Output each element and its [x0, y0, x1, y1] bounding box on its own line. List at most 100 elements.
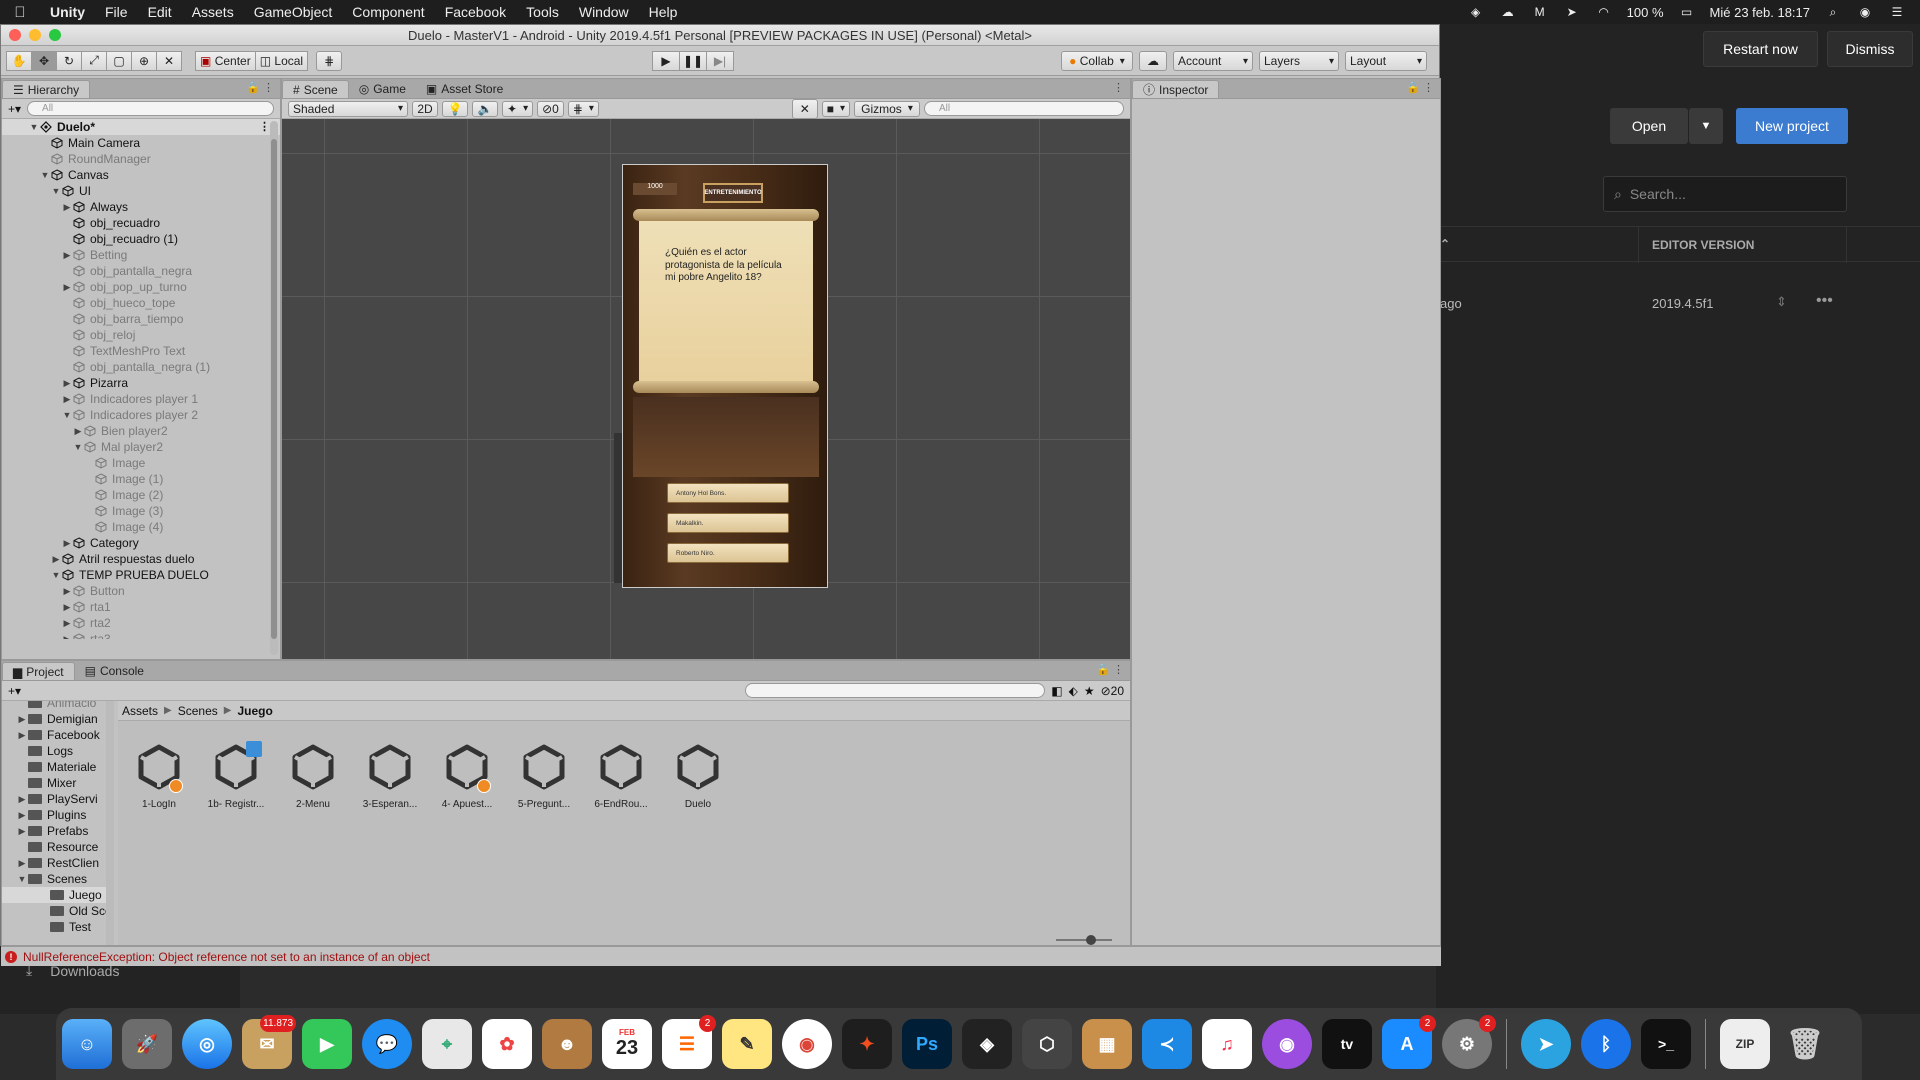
- project-folder-row[interactable]: Test: [2, 919, 114, 935]
- grid-toggle-icon[interactable]: ⋕: [567, 100, 599, 117]
- siri-icon[interactable]: ◉: [1856, 5, 1874, 19]
- expand-arrow-closed-icon[interactable]: ▶: [61, 282, 73, 293]
- project-folder-row[interactable]: Materiale: [2, 759, 114, 775]
- project-folder-row[interactable]: ▶ Plugins: [2, 807, 114, 823]
- hierarchy-row[interactable]: ▼ UI: [2, 183, 280, 199]
- filter-by-label-icon[interactable]: ⬖: [1069, 684, 1078, 698]
- expand-arrow-closed-icon[interactable]: ▶: [61, 602, 73, 613]
- hierarchy-row[interactable]: ▶ Atril respuestas duelo: [2, 551, 280, 567]
- tab-inspector[interactable]: ⓘ Inspector: [1132, 80, 1220, 98]
- bluetooth-icon[interactable]: ᛒ: [1581, 1019, 1631, 1069]
- effects-icon[interactable]: ✦: [502, 100, 534, 117]
- pause-button[interactable]: ❚❚: [679, 51, 707, 71]
- collab-button[interactable]: ● Collab: [1061, 51, 1133, 71]
- hidden-packages-toggle[interactable]: ⊘20: [1101, 684, 1124, 698]
- panel-menu-icon[interactable]: ⋮: [1113, 81, 1124, 94]
- scale-tool-icon[interactable]: ⤢: [81, 50, 107, 71]
- hierarchy-row[interactable]: obj_reloj: [2, 327, 280, 343]
- expand-arrow-closed-icon[interactable]: ▶: [16, 714, 28, 725]
- figma-icon[interactable]: ✦: [842, 1019, 892, 1069]
- expand-arrow-closed-icon[interactable]: ▶: [61, 250, 73, 261]
- contacts-icon[interactable]: ☻: [542, 1019, 592, 1069]
- scene-asset[interactable]: 3-Esperan...: [355, 741, 425, 810]
- system-preferences-icon[interactable]: ⚙ 2: [1442, 1015, 1496, 1069]
- hierarchy-row[interactable]: ▶ Button: [2, 583, 280, 599]
- podcasts-icon[interactable]: ◉: [1262, 1019, 1312, 1069]
- add-dropdown-icon[interactable]: +▾: [8, 102, 21, 116]
- hierarchy-scene-row[interactable]: ▼ Duelo* ⋮: [2, 119, 280, 135]
- hierarchy-row[interactable]: Image (4): [2, 519, 280, 535]
- telegram-icon[interactable]: ➤: [1521, 1019, 1571, 1069]
- layout-dropdown[interactable]: Layout: [1345, 51, 1427, 71]
- grid-snap-icon[interactable]: ⋕: [316, 50, 343, 71]
- transform-tool-icon[interactable]: ⊕: [131, 50, 157, 71]
- hierarchy-row[interactable]: obj_recuadro: [2, 215, 280, 231]
- pivot-center-button[interactable]: ▣ Center: [195, 50, 256, 71]
- photos-icon[interactable]: ✿: [482, 1019, 532, 1069]
- hierarchy-row[interactable]: Image (1): [2, 471, 280, 487]
- hierarchy-row[interactable]: ▼ Mal player2: [2, 439, 280, 455]
- hierarchy-row[interactable]: ▶ obj_pop_up_turno: [2, 279, 280, 295]
- layers-dropdown[interactable]: Layers: [1259, 51, 1339, 71]
- unity-icon[interactable]: ◈: [962, 1019, 1012, 1069]
- expand-arrow-open-icon[interactable]: ▼: [50, 570, 62, 580]
- status-bar[interactable]: ! NullReferenceException: Object referen…: [1, 946, 1441, 966]
- hierarchy-row[interactable]: ▶ Pizarra: [2, 375, 280, 391]
- project-folder-row[interactable]: ▶ RestClien: [2, 855, 114, 871]
- custom-tool-icon[interactable]: ✕: [156, 50, 182, 71]
- hierarchy-row[interactable]: Image (3): [2, 503, 280, 519]
- battery-icon[interactable]: ▭: [1678, 5, 1696, 19]
- gizmos-dropdown[interactable]: Gizmos: [854, 100, 920, 117]
- expand-arrow-open-icon[interactable]: ▼: [50, 186, 62, 196]
- hierarchy-search-input[interactable]: All: [27, 101, 274, 116]
- terminal-icon[interactable]: >_: [1641, 1019, 1691, 1069]
- menu-assets[interactable]: Assets: [182, 4, 244, 20]
- hierarchy-row[interactable]: ▶ Category: [2, 535, 280, 551]
- audio-icon[interactable]: 🔈: [472, 100, 498, 117]
- move-tool-icon[interactable]: ✥: [31, 50, 57, 71]
- hierarchy-row[interactable]: ▼ Indicadores player 2: [2, 407, 280, 423]
- project-folder-row[interactable]: ▶ PlayServi: [2, 791, 114, 807]
- menu-edit[interactable]: Edit: [138, 4, 182, 20]
- wifi-icon[interactable]: ◠: [1595, 5, 1613, 19]
- hierarchy-row[interactable]: Main Camera: [2, 135, 280, 151]
- scene-viewport[interactable]: 1000 ENTRETENIMIENTO ¿Quién es el actor …: [282, 119, 1130, 659]
- hub-project-row[interactable]: ago 2019.4.5f1 ⇕ •••: [1436, 290, 1920, 320]
- expand-arrow-closed-icon[interactable]: ▶: [72, 426, 84, 437]
- mail-icon[interactable]: ✉ 11.873: [242, 1015, 296, 1069]
- expand-arrow-open-icon[interactable]: ▼: [61, 410, 73, 420]
- answer-button-1[interactable]: Antony Hol Bons.: [667, 483, 789, 503]
- scene-asset[interactable]: 2-Menu: [278, 741, 348, 810]
- breadcrumb-assets[interactable]: Assets: [122, 704, 158, 718]
- archive-app-icon[interactable]: ▦: [1082, 1019, 1132, 1069]
- rotate-tool-icon[interactable]: ↻: [56, 50, 82, 71]
- menu-tools[interactable]: Tools: [516, 4, 569, 20]
- expand-arrow-open-icon[interactable]: ▼: [72, 442, 84, 452]
- panel-menu-icon[interactable]: 🔒 ⋮: [1096, 663, 1124, 676]
- project-folder-row[interactable]: Juego: [2, 887, 114, 903]
- panel-menu-icon[interactable]: 🔒 ⋮: [246, 81, 274, 94]
- open-dropdown-button[interactable]: ▼: [1689, 108, 1723, 144]
- hierarchy-row[interactable]: ▶ Bien player2: [2, 423, 280, 439]
- project-folder-row[interactable]: Old Sce: [2, 903, 114, 919]
- version-select-icon[interactable]: ⇕: [1776, 294, 1787, 310]
- add-asset-icon[interactable]: +▾: [8, 684, 21, 698]
- hierarchy-row[interactable]: obj_barra_tiempo: [2, 311, 280, 327]
- camera-icon[interactable]: ■: [821, 100, 850, 117]
- project-folder-row[interactable]: ▶ Demigian: [2, 711, 114, 727]
- project-folder-row[interactable]: ▼ Scenes: [2, 871, 114, 887]
- photoshop-icon[interactable]: Ps: [902, 1019, 952, 1069]
- icon-size-slider[interactable]: [1056, 939, 1112, 941]
- scene-asset[interactable]: 6-EndRou...: [586, 741, 656, 810]
- hierarchy-row[interactable]: ▼ Canvas: [2, 167, 280, 183]
- control-center-icon[interactable]: ☰: [1888, 5, 1906, 19]
- expand-arrow-open-icon[interactable]: ▼: [16, 874, 28, 884]
- expand-arrow-closed-icon[interactable]: ▶: [16, 794, 28, 805]
- filter-by-type-icon[interactable]: ◧: [1051, 684, 1062, 698]
- expand-arrow-closed-icon[interactable]: ▶: [16, 826, 28, 837]
- scene-asset[interactable]: 4- Apuest...: [432, 741, 502, 810]
- expand-arrow-closed-icon[interactable]: ▶: [61, 202, 73, 213]
- 2d-toggle[interactable]: 2D: [412, 100, 438, 117]
- cloud-icon[interactable]: ☁: [1139, 51, 1167, 71]
- tab-scene[interactable]: # Scene: [282, 80, 349, 98]
